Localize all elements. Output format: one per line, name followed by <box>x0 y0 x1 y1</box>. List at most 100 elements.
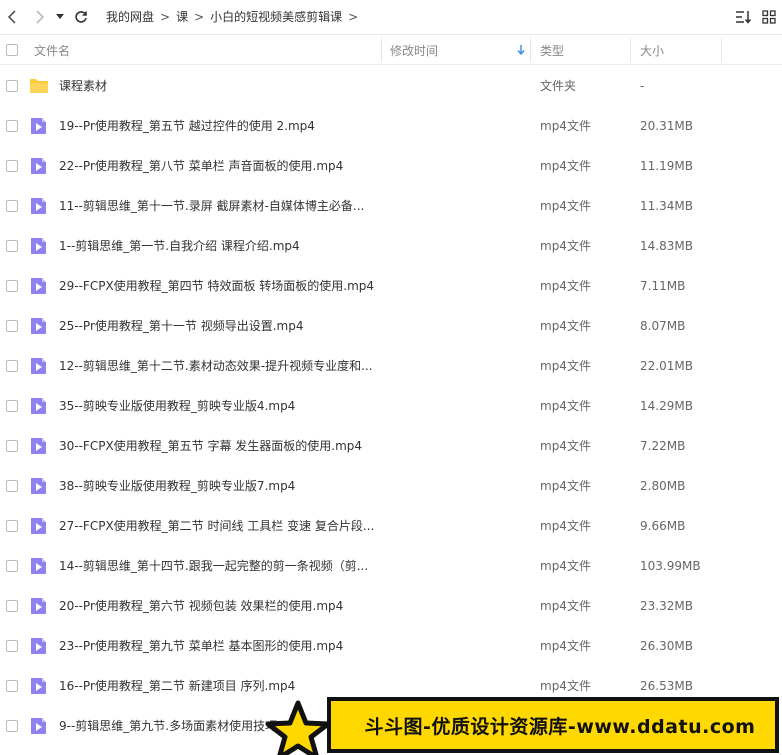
video-file-icon <box>31 558 46 574</box>
video-file-icon <box>31 478 46 494</box>
file-row[interactable]: 30--FCPX使用教程_第五节 字幕 发生器面板的使用.mp4 mp4文件 7.2… <box>0 426 782 466</box>
file-row[interactable]: 25--Pr使用教程_第十一节 视频导出设置.mp4 mp4文件 8.07MB <box>0 306 782 346</box>
file-row[interactable]: 23--Pr使用教程_第九节 菜单栏 基本图形的使用.mp4 mp4文件 26.30… <box>0 626 782 666</box>
video-file-icon <box>31 198 46 214</box>
file-size: 8.07MB <box>640 319 686 333</box>
file-size: 2.80MB <box>640 479 686 493</box>
file-name[interactable]: 课程素材 <box>59 66 107 106</box>
row-checkbox[interactable] <box>6 680 18 692</box>
video-file-icon <box>31 358 46 374</box>
file-row[interactable]: 20--Pr使用教程_第六节 视频包装 效果栏的使用.mp4 mp4文件 23.32… <box>0 586 782 626</box>
file-name[interactable]: 23--Pr使用教程_第九节 菜单栏 基本图形的使用.mp4 <box>59 626 343 666</box>
column-header-modified[interactable]: 修改时间 <box>390 35 530 65</box>
video-file-icon <box>31 278 46 294</box>
watermark-text: 斗斗图-优质设计资源库-www.ddatu.com <box>364 715 756 738</box>
row-checkbox[interactable] <box>6 520 18 532</box>
file-name[interactable]: 29--FCPX使用教程_第四节 特效面板 转场面板的使用.mp4 <box>59 266 374 306</box>
column-header-modified-label: 修改时间 <box>390 43 439 58</box>
row-checkbox[interactable] <box>6 120 18 132</box>
file-size: 7.11MB <box>640 279 686 293</box>
row-checkbox[interactable] <box>6 280 18 292</box>
file-type: mp4文件 <box>540 359 591 373</box>
file-type: mp4文件 <box>540 479 591 493</box>
row-checkbox[interactable] <box>6 200 18 212</box>
history-dropdown-button[interactable] <box>52 0 68 33</box>
breadcrumb-item-root[interactable]: 我的网盘 <box>102 8 158 25</box>
row-checkbox[interactable] <box>6 160 18 172</box>
file-row[interactable]: 14--剪辑思维_第十四节.跟我一起完整的剪一条视频（剪... mp4文件 103.… <box>0 546 782 586</box>
video-file-icon <box>31 438 46 454</box>
row-checkbox[interactable] <box>6 720 18 732</box>
file-size: 7.22MB <box>640 439 686 453</box>
file-name[interactable]: 25--Pr使用教程_第十一节 视频导出设置.mp4 <box>59 306 303 346</box>
breadcrumb-item-current[interactable]: 小白的短视频美感剪辑课 <box>206 8 346 25</box>
video-file-icon <box>31 238 46 254</box>
row-checkbox[interactable] <box>6 320 18 332</box>
file-type: mp4文件 <box>540 559 591 573</box>
file-row[interactable]: 29--FCPX使用教程_第四节 特效面板 转场面板的使用.mp4 mp4文件 7.… <box>0 266 782 306</box>
video-file-icon <box>31 598 46 614</box>
file-row[interactable]: 12--剪辑思维_第十二节.素材动态效果-提升视频专业度和... mp4文件 22.… <box>0 346 782 386</box>
file-name[interactable]: 22--Pr使用教程_第八节 菜单栏 声音面板的使用.mp4 <box>59 146 343 186</box>
video-file-icon <box>31 398 46 414</box>
breadcrumb-item-course[interactable]: 课 <box>172 8 192 25</box>
column-divider <box>630 38 631 62</box>
forward-button[interactable] <box>26 0 52 33</box>
file-name[interactable]: 27--FCPX使用教程_第二节 时间线 工具栏 变速 复合片段... <box>59 506 374 546</box>
file-name[interactable]: 14--剪辑思维_第十四节.跟我一起完整的剪一条视频（剪... <box>59 546 368 586</box>
file-name[interactable]: 30--FCPX使用教程_第五节 字幕 发生器面板的使用.mp4 <box>59 426 362 466</box>
back-button[interactable] <box>0 0 26 33</box>
video-file-icon <box>31 638 46 654</box>
file-type: mp4文件 <box>540 159 591 173</box>
file-type: mp4文件 <box>540 639 591 653</box>
file-size: 9.66MB <box>640 519 686 533</box>
row-checkbox[interactable] <box>6 640 18 652</box>
file-name[interactable]: 19--Pr使用教程_第五节 越过控件的使用 2.mp4 <box>59 106 315 146</box>
watermark-banner: 斗斗图-优质设计资源库-www.ddatu.com <box>327 697 779 753</box>
file-name[interactable]: 12--剪辑思维_第十二节.素材动态效果-提升视频专业度和... <box>59 346 373 386</box>
file-type: mp4文件 <box>540 439 591 453</box>
row-checkbox[interactable] <box>6 440 18 452</box>
column-header-type[interactable]: 类型 <box>540 35 564 65</box>
file-row[interactable]: 课程素材 文件夹 - <box>0 66 782 106</box>
video-file-icon <box>31 318 46 334</box>
file-name[interactable]: 38--剪映专业版使用教程_剪映专业版7.mp4 <box>59 466 295 506</box>
row-checkbox[interactable] <box>6 400 18 412</box>
file-name[interactable]: 11--剪辑思维_第十一节.录屏 截屏素材-自媒体博主必备... <box>59 186 364 226</box>
row-checkbox[interactable] <box>6 360 18 372</box>
file-row[interactable]: 1--剪辑思维_第一节.自我介绍 课程介绍.mp4 mp4文件 14.83MB <box>0 226 782 266</box>
watermark-banner-inner: 斗斗图-优质设计资源库-www.ddatu.com <box>331 701 775 749</box>
row-checkbox[interactable] <box>6 80 18 92</box>
file-row[interactable]: 38--剪映专业版使用教程_剪映专业版7.mp4 mp4文件 2.80MB <box>0 466 782 506</box>
file-name[interactable]: 1--剪辑思维_第一节.自我介绍 课程介绍.mp4 <box>59 226 300 266</box>
file-size: 14.29MB <box>640 399 693 413</box>
column-header-size[interactable]: 大小 <box>640 35 664 65</box>
row-checkbox[interactable] <box>6 600 18 612</box>
file-row[interactable]: 27--FCPX使用教程_第二节 时间线 工具栏 变速 复合片段... mp4文件… <box>0 506 782 546</box>
file-name[interactable]: 9--剪辑思维_第九节.多场面素材使用技巧... <box>59 706 289 746</box>
row-checkbox[interactable] <box>6 560 18 572</box>
file-type: mp4文件 <box>540 519 591 533</box>
file-row[interactable]: 35--剪映专业版使用教程_剪映专业版4.mp4 mp4文件 14.29MB <box>0 386 782 426</box>
column-header-name[interactable]: 文件名 <box>34 35 70 65</box>
row-checkbox[interactable] <box>6 240 18 252</box>
file-name[interactable]: 20--Pr使用教程_第六节 视频包装 效果栏的使用.mp4 <box>59 586 343 626</box>
file-size: 26.30MB <box>640 639 693 653</box>
file-row[interactable]: 11--剪辑思维_第十一节.录屏 截屏素材-自媒体博主必备... mp4文件 11.… <box>0 186 782 226</box>
select-all-checkbox[interactable] <box>6 44 18 56</box>
file-row[interactable]: 19--Pr使用教程_第五节 越过控件的使用 2.mp4 mp4文件 20.31MB <box>0 106 782 146</box>
file-size: 103.99MB <box>640 559 701 573</box>
refresh-button[interactable] <box>68 0 94 33</box>
grid-view-button[interactable] <box>756 0 782 33</box>
chevron-left-icon <box>7 9 16 24</box>
file-name[interactable]: 35--剪映专业版使用教程_剪映专业版4.mp4 <box>59 386 295 426</box>
row-checkbox[interactable] <box>6 480 18 492</box>
file-size: 14.83MB <box>640 239 693 253</box>
video-file-icon <box>31 518 46 534</box>
column-divider <box>721 38 722 62</box>
file-list: 课程素材 文件夹 - 19--Pr使用教程_第五节 越过控件的使用 2.mp4 mp4文… <box>0 66 782 746</box>
sort-button[interactable] <box>730 0 756 33</box>
file-name[interactable]: 16--Pr使用教程_第二节 新建项目 序列.mp4 <box>59 666 295 706</box>
file-type: mp4文件 <box>540 399 591 413</box>
file-row[interactable]: 22--Pr使用教程_第八节 菜单栏 声音面板的使用.mp4 mp4文件 11.19… <box>0 146 782 186</box>
